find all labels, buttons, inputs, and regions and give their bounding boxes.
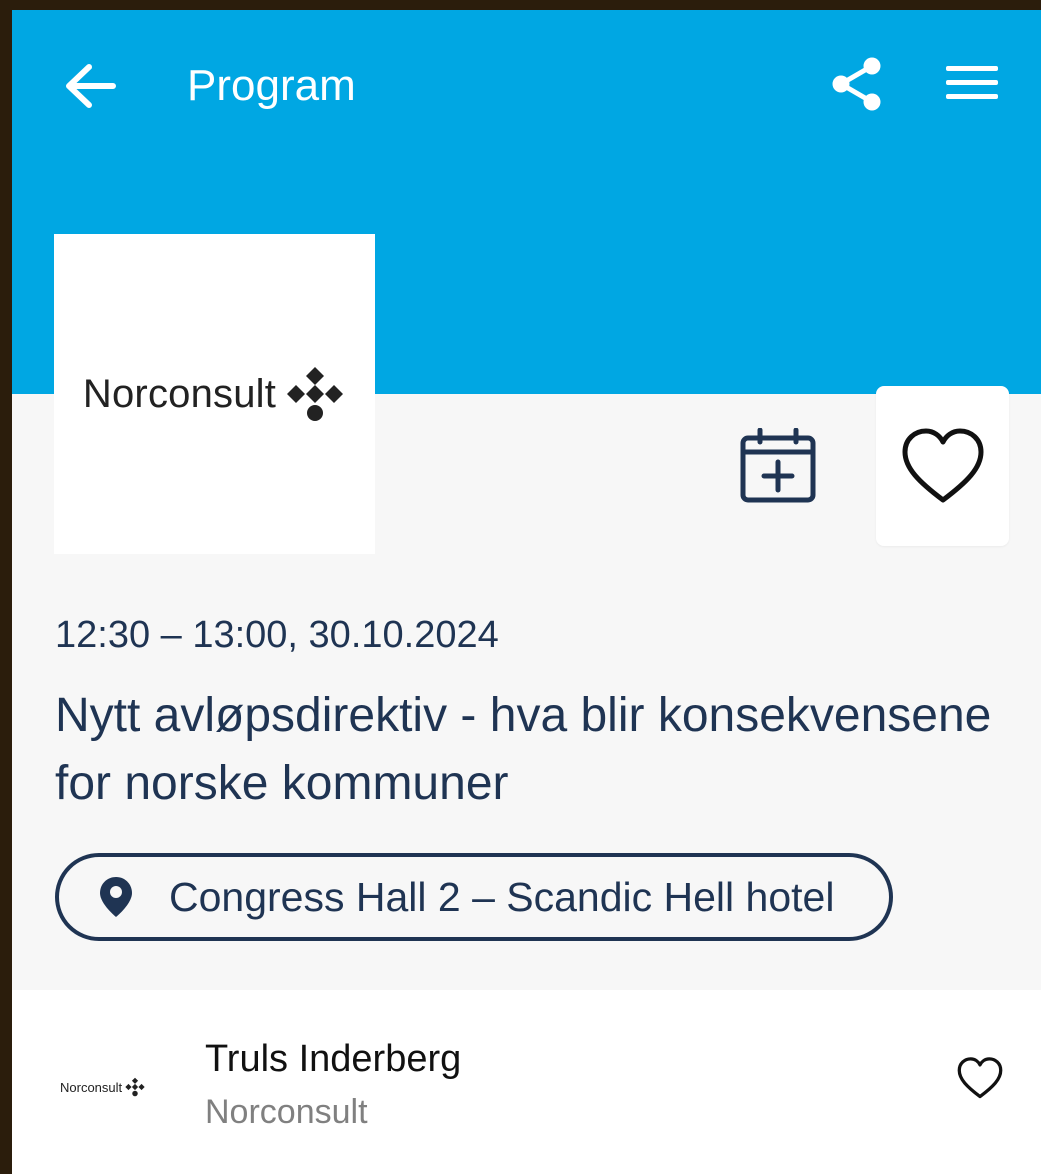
speaker-row[interactable]: Norconsult Truls Inderberg Norconsult [12, 990, 1041, 1174]
page-title: Program [187, 61, 356, 110]
speaker-logo: Norconsult [60, 1077, 146, 1097]
add-to-calendar-button[interactable] [738, 427, 818, 508]
heart-outline-icon [957, 1057, 1003, 1099]
menu-button[interactable] [944, 60, 1004, 110]
speaker-logo-text: Norconsult [60, 1079, 123, 1095]
share-icon [832, 57, 881, 111]
speaker-name: Truls Inderberg [205, 1038, 462, 1080]
favorite-speaker-button[interactable] [956, 1056, 1006, 1106]
heart-outline-icon [902, 428, 983, 503]
organizer-logo: Norconsult [54, 234, 375, 554]
session-time: 12:30 – 13:00, 30.10.2024 [55, 614, 499, 656]
norconsult-diamond-icon [125, 1077, 145, 1097]
favorite-session-button[interactable] [876, 386, 1009, 546]
calendar-add-icon [740, 427, 816, 503]
speaker-organization: Norconsult [205, 1093, 368, 1131]
location-chip[interactable]: Congress Hall 2 – Scandic Hell hotel [55, 853, 893, 941]
app-screen: Program Norconsult 12:30 – 13:00, 30.10.… [12, 10, 1041, 1174]
organizer-logo-text: Norconsult [82, 371, 277, 416]
norconsult-diamond-icon [287, 367, 344, 421]
arrow-left-icon [66, 64, 116, 108]
hamburger-menu-icon [946, 66, 998, 99]
share-button[interactable] [827, 54, 887, 114]
session-title: Nytt avløpsdirektiv - hva blir konsekven… [55, 689, 992, 810]
location-text: Congress Hall 2 – Scandic Hell hotel [169, 873, 835, 920]
back-button[interactable] [60, 58, 120, 114]
location-pin-icon [99, 875, 139, 919]
